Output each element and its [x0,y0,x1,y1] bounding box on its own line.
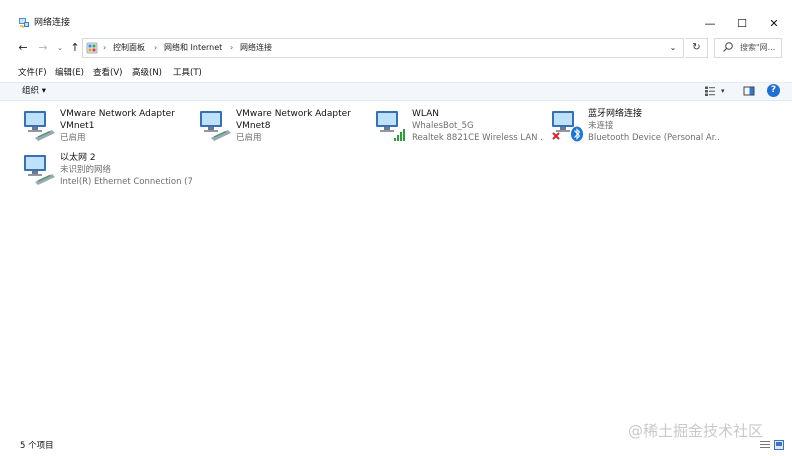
connection-status: 未连接 [588,121,614,131]
control-panel-icon [86,42,98,54]
connection-item-bluetooth[interactable]: 蓝牙网络连接 未连接 Bluetooth Device (Personal Ar… [548,106,720,146]
window-title: 网络连接 [34,18,71,28]
back-button[interactable]: ← [16,40,30,56]
connection-status: 未识别的网络 [60,165,112,175]
large-icons-view-icon[interactable] [773,439,785,451]
connection-item-vmnet8[interactable]: VMware Network Adapter VMnet8 已启用 [196,106,368,146]
connection-name-line1: VMware Network Adapter [60,109,175,119]
breadcrumb-separator: › [103,43,107,52]
breadcrumb-network-internet[interactable]: 网络和 Internet [164,38,222,58]
details-view-icon[interactable] [759,439,771,451]
breadcrumb-network-connections[interactable]: 网络连接 [240,38,272,58]
connection-status: 已启用 [60,133,86,143]
menu-file[interactable]: 文件(F) [18,66,47,80]
ethernet-adapter-icon [24,155,55,185]
breadcrumb-separator: › [230,43,234,52]
title-bar [0,13,792,35]
menu-view[interactable]: 查看(V) [93,66,122,80]
watermark: @稀土掘金技术社区 [628,422,764,440]
command-bar [0,82,792,101]
view-options-dropdown[interactable]: ▾ [721,84,725,98]
network-connections-app-icon [19,18,29,28]
connection-item-ethernet-2[interactable]: 以太网 2 未识别的网络 Intel(R) Ethernet Connectio… [20,150,192,190]
help-icon[interactable]: ? [767,84,780,97]
address-dropdown-button[interactable]: ⌄ [664,38,682,58]
refresh-button[interactable]: ↻ [686,38,708,58]
ethernet-adapter-icon [200,111,231,141]
search-placeholder: 搜索"网... [740,43,776,52]
minimize-button[interactable]: — [694,13,726,35]
connection-name: 以太网 2 [60,153,96,163]
preview-pane-icon[interactable] [743,85,755,97]
connection-item-wlan[interactable]: WLAN WhalesBot_5G Realtek 8821CE Wireles… [372,106,544,146]
connection-name-line2: VMnet8 [236,121,271,131]
item-count: 5 个项目 [20,441,54,451]
forward-button[interactable]: → [36,40,50,56]
connection-item-vmnet1[interactable]: VMware Network Adapter VMnet1 已启用 [20,106,192,146]
connection-status: WhalesBot_5G [412,121,474,131]
change-view-icon[interactable] [704,85,716,97]
bluetooth-adapter-icon [552,111,583,142]
search-icon [723,42,733,52]
connection-name-line2: VMnet1 [60,121,95,131]
connection-device: Intel(R) Ethernet Connection (7... [60,177,192,187]
connection-name-line1: VMware Network Adapter [236,109,351,119]
recent-locations-button[interactable]: ⌄ [55,40,65,56]
ethernet-adapter-icon [24,111,55,141]
breadcrumb-control-panel[interactable]: 控制面板 [113,38,145,58]
maximize-button[interactable]: ☐ [726,13,758,35]
connection-device: Realtek 8821CE Wireless LAN ... [412,133,544,143]
menu-advanced[interactable]: 高级(N) [132,66,162,80]
wlan-adapter-icon [376,111,405,141]
organize-button[interactable]: 组织 ▾ [22,84,46,98]
close-button[interactable]: ✕ [758,13,790,35]
breadcrumb-separator: › [154,43,158,52]
connection-name: 蓝牙网络连接 [588,109,643,119]
menu-tools[interactable]: 工具(T) [173,66,202,80]
connection-status: 已启用 [236,133,262,143]
up-button[interactable]: ↑ [68,40,82,56]
menu-edit[interactable]: 编辑(E) [55,66,84,80]
connection-device: Bluetooth Device (Personal Ar... [588,133,720,143]
connection-name: WLAN [412,109,440,119]
